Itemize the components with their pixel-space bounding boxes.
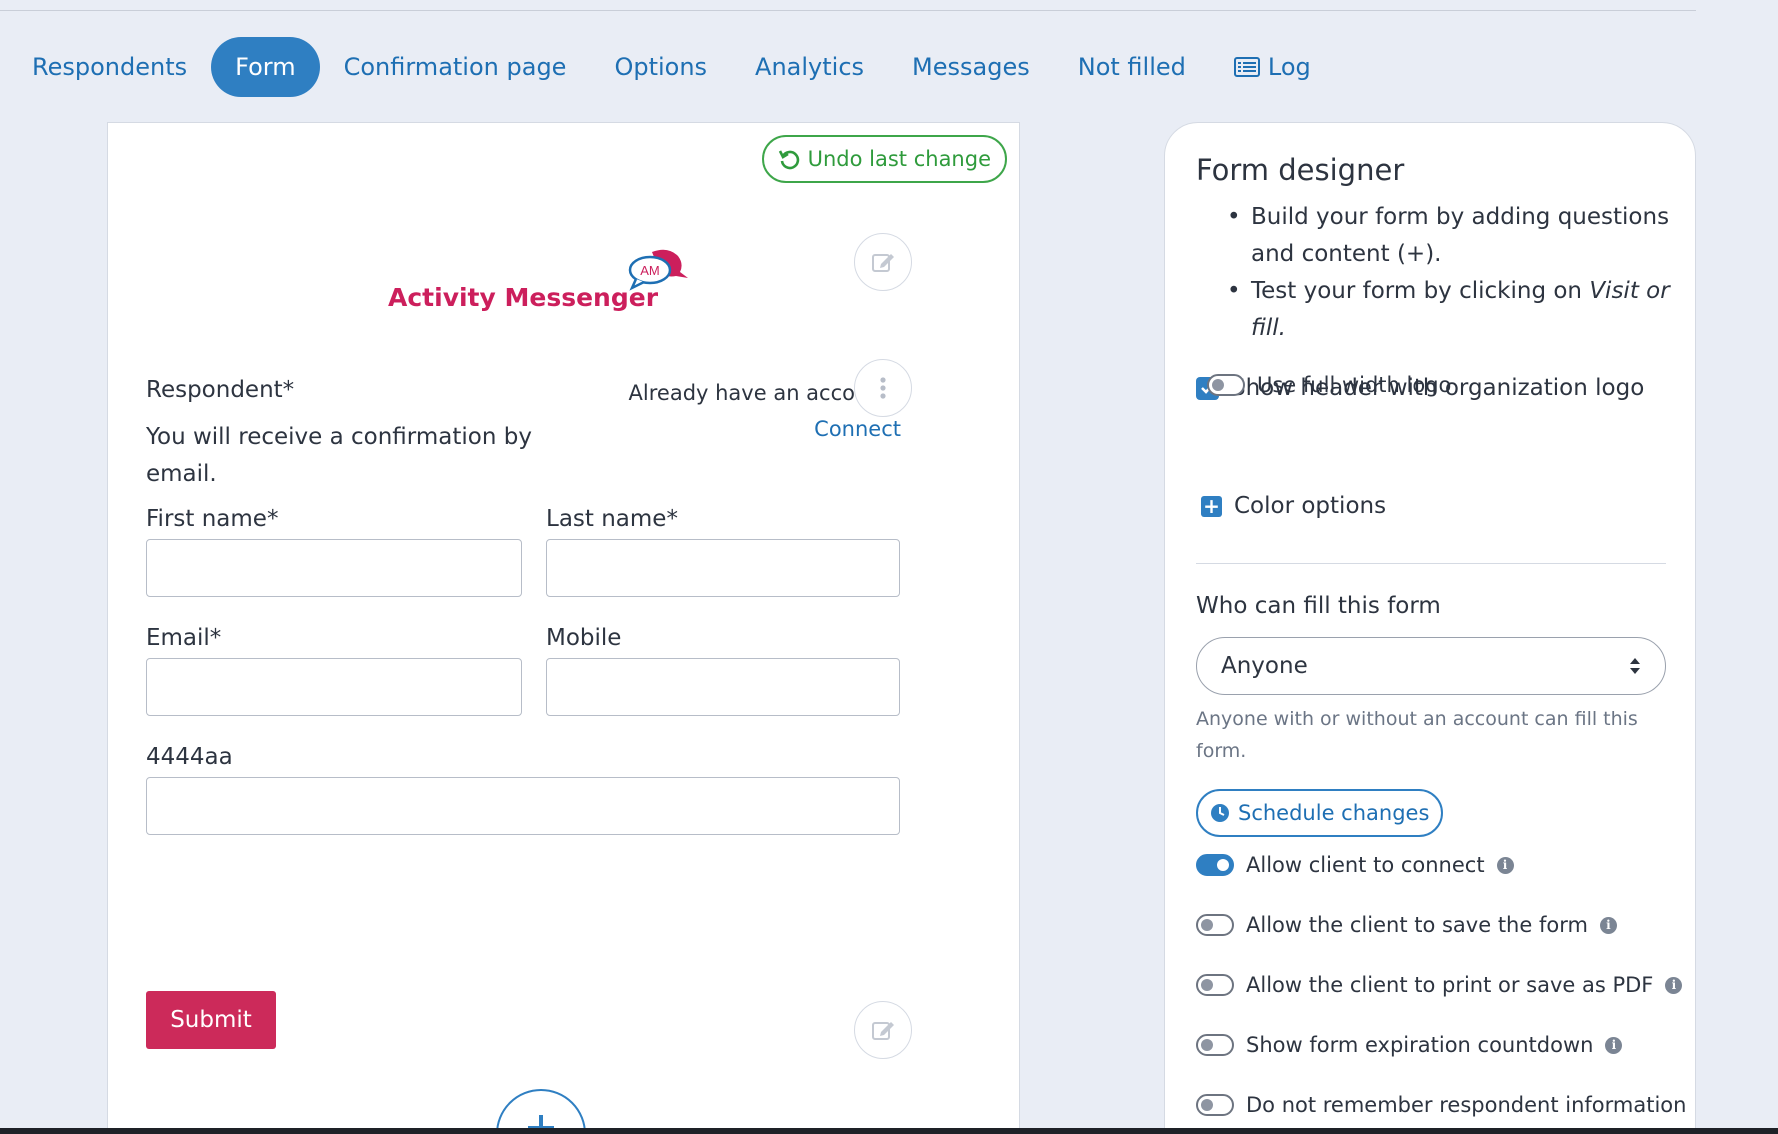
edit-header-button[interactable] xyxy=(854,233,912,291)
respondent-title: Respondent* xyxy=(146,377,295,403)
more-options-button[interactable] xyxy=(854,359,912,417)
last-name-field[interactable] xyxy=(546,539,900,597)
tab-label: Not filled xyxy=(1077,53,1186,81)
mobile-label: Mobile xyxy=(546,625,622,651)
allow-save-option[interactable]: Allow the client to save the form i xyxy=(1196,913,1617,937)
logo-badge: AM xyxy=(640,263,660,278)
edit-submit-button[interactable] xyxy=(854,1001,912,1059)
undo-button[interactable]: Undo last change xyxy=(761,135,1007,183)
toggle-label: Show form expiration countdown xyxy=(1246,1033,1594,1057)
tip-text: Test your form by clicking on xyxy=(1251,278,1590,304)
form-canvas: Undo last change Activity Messenger AM R… xyxy=(107,122,1020,1134)
clock-icon xyxy=(1211,804,1229,822)
expand-plus-icon: + xyxy=(1201,495,1222,517)
main-tabs: Respondents Form Confirmation page Optio… xyxy=(8,36,1335,98)
schedule-changes-button[interactable]: Schedule changes xyxy=(1196,789,1444,837)
tab-not-filled[interactable]: Not filled xyxy=(1054,37,1210,97)
full-width-logo-label: Use full width logo xyxy=(1257,373,1452,397)
remember-respondent-option[interactable]: Do not remember respondent information xyxy=(1196,1093,1686,1117)
tip-item: Test your form by clicking on Visit or f… xyxy=(1223,273,1673,347)
tab-label: Messages xyxy=(912,53,1030,81)
remember-respondent-toggle[interactable] xyxy=(1196,1094,1234,1116)
panel-divider xyxy=(1196,563,1666,564)
info-icon[interactable]: i xyxy=(1665,976,1683,994)
tab-label: Respondents xyxy=(32,53,188,81)
tab-label: Confirmation page xyxy=(343,53,567,81)
panel-title: Form designer xyxy=(1196,153,1405,187)
tab-respondents[interactable]: Respondents xyxy=(8,37,211,97)
allow-connect-toggle[interactable] xyxy=(1196,854,1234,876)
full-width-logo-option[interactable]: Use full width logo xyxy=(1207,373,1451,397)
tab-label: Options xyxy=(614,53,708,81)
designer-tips: Build your form by adding questions and … xyxy=(1223,199,1673,347)
color-options-label: Color options xyxy=(1234,493,1387,519)
who-can-fill-help: Anyone with or without an account can fi… xyxy=(1196,708,1638,762)
tab-options[interactable]: Options xyxy=(590,37,731,97)
form-designer-panel: Form designer Build your form by adding … xyxy=(1164,122,1696,1134)
tip-item: Build your form by adding questions and … xyxy=(1223,199,1673,273)
list-icon xyxy=(1233,57,1260,77)
connect-link[interactable]: Connect xyxy=(814,417,901,441)
tab-messages[interactable]: Messages xyxy=(888,37,1054,97)
submit-label: Submit xyxy=(170,1007,252,1033)
tip-text: Build your form by adding questions and … xyxy=(1251,204,1670,267)
toggle-label: Do not remember respondent information xyxy=(1246,1093,1687,1117)
allow-print-toggle[interactable] xyxy=(1196,974,1234,996)
toggle-label: Allow client to connect xyxy=(1246,853,1485,877)
toggle-label: Allow the client to print or save as PDF xyxy=(1246,973,1654,997)
first-name-label: First name* xyxy=(146,506,279,532)
expiration-countdown-option[interactable]: Show form expiration countdown i xyxy=(1196,1033,1623,1057)
organization-logo: Activity Messenger AM xyxy=(388,248,718,318)
allow-print-option[interactable]: Allow the client to print or save as PDF… xyxy=(1196,973,1683,997)
tab-label: Log xyxy=(1267,53,1311,81)
first-name-field[interactable] xyxy=(146,539,522,597)
respondent-description: You will receive a confirmation by email… xyxy=(146,424,532,487)
mobile-field[interactable] xyxy=(546,658,900,716)
who-can-fill-label: Who can fill this form xyxy=(1196,593,1441,619)
select-value: Anyone xyxy=(1221,653,1308,679)
undo-label: Undo last change xyxy=(807,147,991,171)
tab-label: Form xyxy=(235,53,296,81)
more-vertical-icon xyxy=(880,377,886,399)
schedule-label: Schedule changes xyxy=(1238,801,1430,825)
tab-log[interactable]: Log xyxy=(1210,37,1335,97)
top-divider xyxy=(0,10,1696,11)
custom-field-label: 4444aa xyxy=(146,744,233,770)
full-width-logo-toggle[interactable] xyxy=(1207,374,1245,396)
undo-icon xyxy=(778,150,799,170)
color-options-toggle[interactable]: + Color options xyxy=(1201,493,1386,519)
submit-button[interactable]: Submit xyxy=(146,991,276,1049)
edit-icon xyxy=(872,254,894,272)
toggle-label: Allow the client to save the form xyxy=(1246,913,1588,937)
last-name-label: Last name* xyxy=(546,506,678,532)
tab-confirmation-page[interactable]: Confirmation page xyxy=(320,37,591,97)
who-can-fill-select[interactable]: Anyone xyxy=(1196,637,1666,695)
info-icon[interactable]: i xyxy=(1599,916,1617,934)
logo-text: Activity Messenger xyxy=(388,283,659,312)
tab-analytics[interactable]: Analytics xyxy=(731,37,888,97)
info-icon[interactable]: i xyxy=(1496,856,1514,874)
chat-bubbles-icon: AM xyxy=(628,249,688,291)
tab-form[interactable]: Form xyxy=(211,37,320,97)
bottom-taskbar xyxy=(0,1128,1778,1134)
custom-field[interactable] xyxy=(146,777,900,835)
edit-icon xyxy=(872,1022,894,1040)
email-label: Email* xyxy=(146,625,222,651)
expiration-countdown-toggle[interactable] xyxy=(1196,1034,1234,1056)
tab-label: Analytics xyxy=(755,53,865,81)
sort-arrows-icon xyxy=(1630,658,1640,674)
allow-connect-option[interactable]: Allow client to connect i xyxy=(1196,853,1514,877)
allow-save-toggle[interactable] xyxy=(1196,914,1234,936)
email-field[interactable] xyxy=(146,658,522,716)
info-icon[interactable]: i xyxy=(1605,1036,1623,1054)
